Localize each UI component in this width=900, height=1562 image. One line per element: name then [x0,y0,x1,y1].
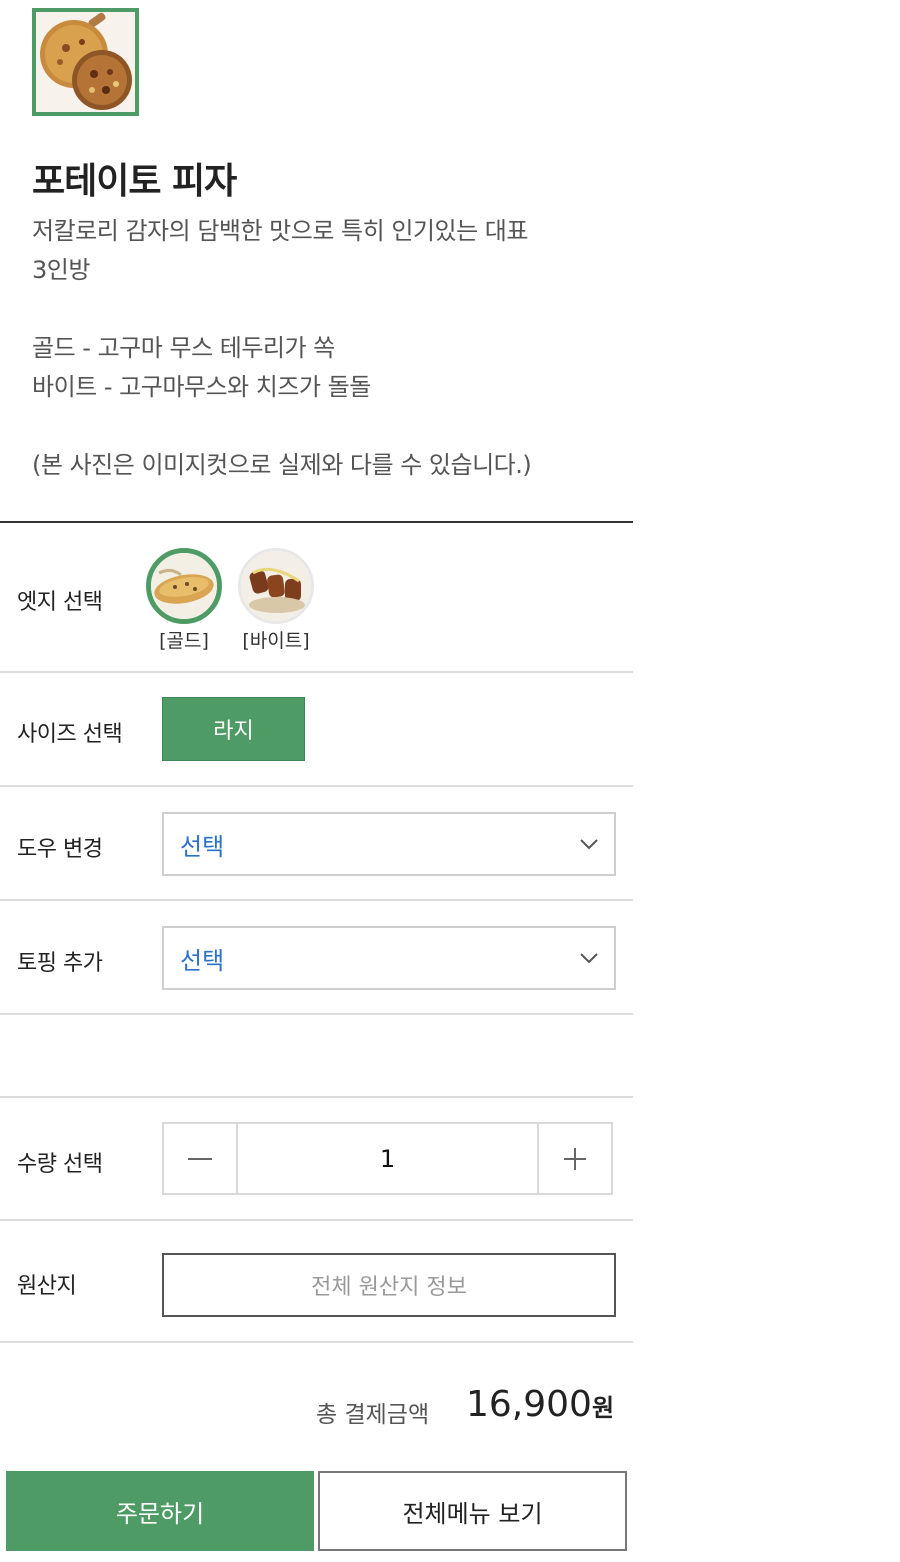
row-divider [0,1096,633,1098]
gold-edge-photo-icon[interactable] [146,548,222,624]
row-divider [0,1341,633,1343]
edge-caption: [바이트] [242,630,310,652]
row-divider [0,899,633,901]
plus-icon [564,1147,586,1170]
quantity-label: 수량 선택 [17,1152,103,1177]
dough-select-value: 선택 [180,832,225,861]
edge-caption: [골드] [159,630,209,652]
section-divider [0,521,633,523]
description-line: 3인방 [32,256,90,284]
chevron-down-icon [580,839,598,850]
row-divider [0,1013,633,1015]
bite-edge-photo-icon[interactable] [238,548,314,624]
decrease-button[interactable] [164,1124,236,1193]
description-line: 바이트 - 고구마무스와 치즈가 돌돌 [32,373,371,401]
increase-button[interactable] [539,1124,611,1193]
edge-option-bite[interactable]: [바이트] [231,548,321,653]
currency-unit: 원 [591,1394,615,1422]
origin-info-button[interactable]: 전체 원산지 정보 [162,1253,616,1317]
order-button[interactable]: 주문하기 [6,1471,314,1551]
dough-select[interactable]: 선택 [162,812,616,876]
dough-label: 도우 변경 [17,837,103,862]
total-amount: 16,900원 [466,1384,614,1425]
total-value: 16,900 [466,1384,592,1425]
topping-label: 토핑 추가 [17,951,103,976]
topping-select-value: 선택 [180,946,225,975]
quantity-stepper: 1 [162,1122,613,1195]
size-label: 사이즈 선택 [17,722,123,747]
topping-select[interactable]: 선택 [162,926,616,990]
total-label: 총 결제금액 [316,1402,430,1428]
chevron-down-icon [580,953,598,964]
edge-option-gold[interactable]: [골드] [139,548,229,653]
product-thumbnail [32,8,139,116]
description-line: 저칼로리 감자의 담백한 맛으로 특히 인기있는 대표 [32,217,528,245]
size-option-button[interactable]: 라지 [162,697,305,761]
product-description: 저칼로리 감자의 담백한 맛으로 특히 인기있는 대표 3인방 골드 - 고구마… [32,212,612,485]
row-divider [0,785,633,787]
description-line [32,290,612,329]
minus-icon [188,1157,212,1160]
quantity-value[interactable]: 1 [236,1124,539,1193]
product-title: 포테이토 피자 [32,161,237,202]
potato-pizza-photo-icon [36,12,135,112]
description-line [32,407,612,446]
edge-label: 엣지 선택 [17,590,103,615]
description-line: (본 사진은 이미지컷으로 실제와 다를 수 있습니다.) [32,451,532,479]
origin-label: 원산지 [17,1274,77,1299]
row-divider [0,671,633,673]
row-divider [0,1219,633,1221]
description-line: 골드 - 고구마 무스 테두리가 쏙 [32,334,335,362]
all-menu-button[interactable]: 전체메뉴 보기 [318,1471,627,1551]
